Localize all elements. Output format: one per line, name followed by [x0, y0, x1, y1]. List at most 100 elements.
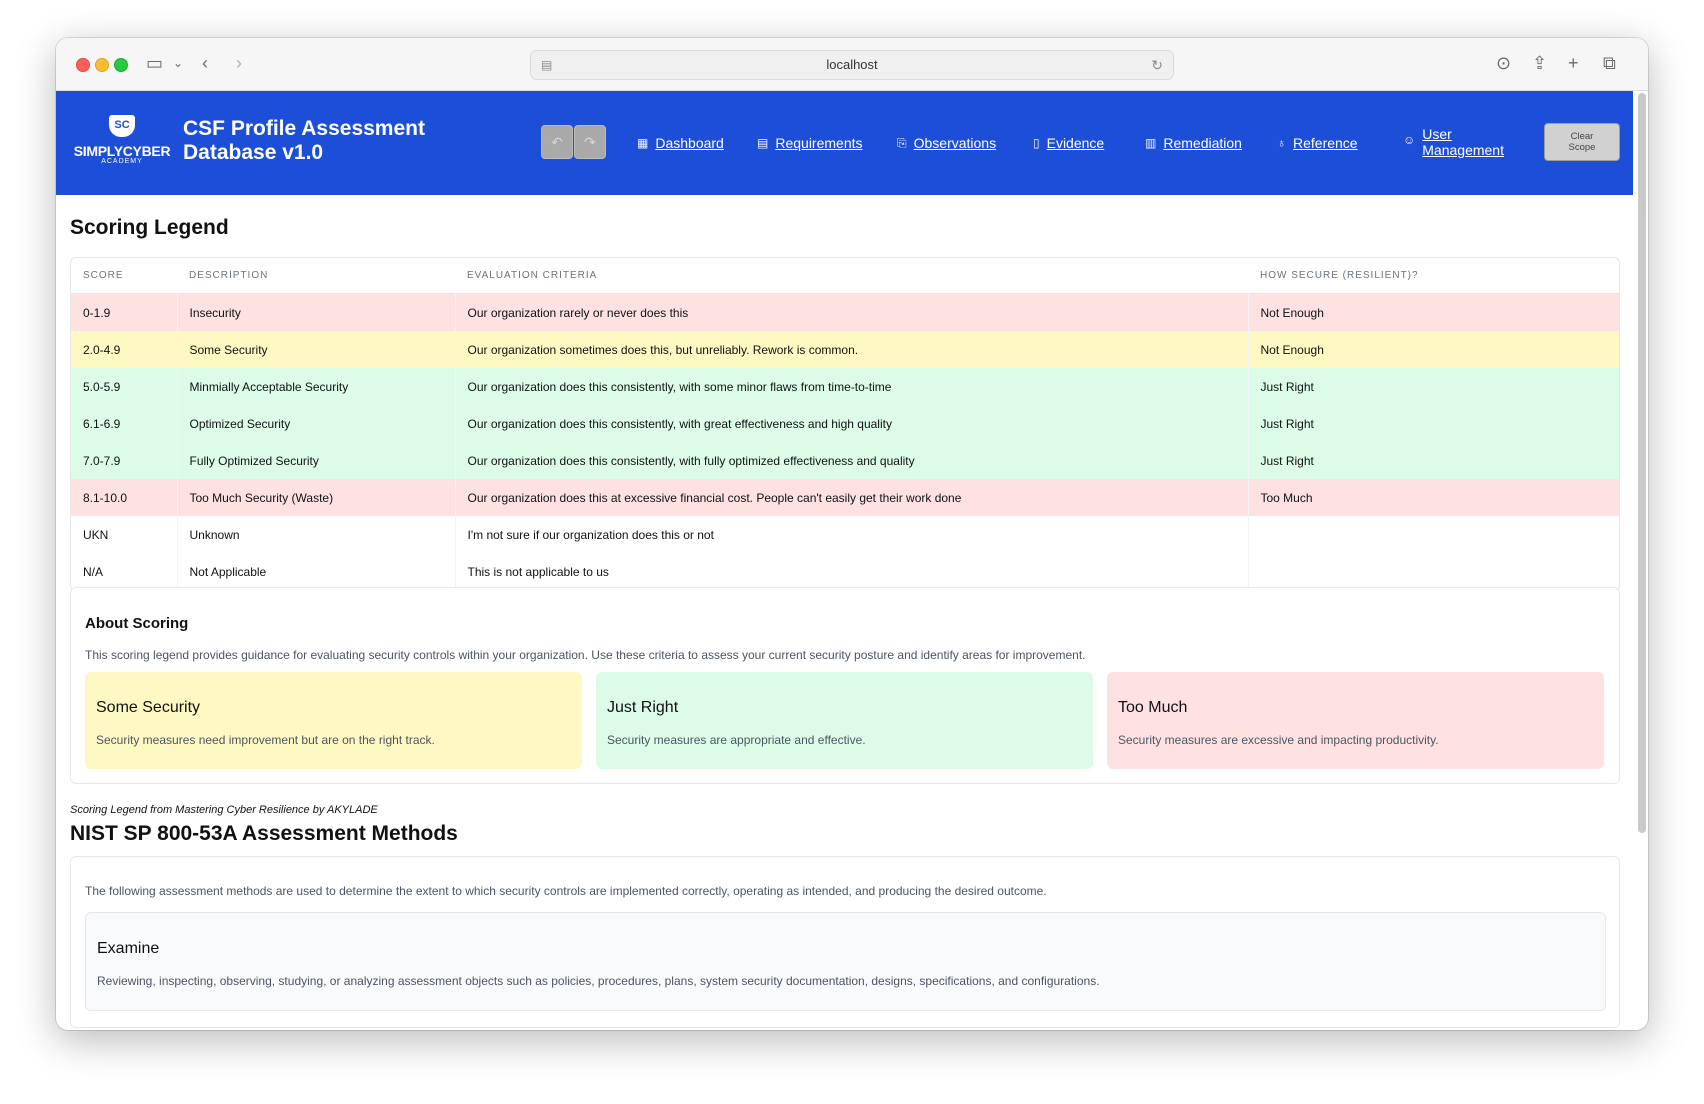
- maximize-window-button[interactable]: [114, 58, 128, 72]
- cell-description: Not Applicable: [177, 553, 456, 590]
- cell-score: 5.0-5.9: [71, 368, 178, 405]
- logo-badge: SC: [109, 115, 135, 137]
- just-right-card: Just Right Security measures are appropr…: [596, 672, 1093, 769]
- document-icon: ▤: [757, 136, 769, 150]
- users-icon: ☺: [1403, 133, 1416, 147]
- method-card-examine: Examine Reviewing, inspecting, observing…: [85, 912, 1606, 1011]
- undo-icon: ↶: [551, 134, 563, 150]
- undo-button[interactable]: ↶: [541, 125, 573, 159]
- scoring-legend-title: Scoring Legend: [70, 216, 229, 239]
- new-tab-icon[interactable]: +: [1568, 52, 1579, 74]
- table-row: 8.1-10.0 Too Much Security (Waste) Our org…: [71, 479, 1619, 516]
- cell-description: Insecurity: [177, 293, 456, 331]
- download-icon[interactable]: ⊙: [1496, 52, 1511, 74]
- about-scoring-description: This scoring legend provides guidance fo…: [85, 648, 1086, 662]
- nist-methods-panel: The following assessment methods are use…: [70, 856, 1620, 1028]
- cell-description: Minmially Acceptable Security: [177, 368, 456, 405]
- table-row: UKN Unknown I'm not sure if our organizati…: [71, 516, 1619, 553]
- vertical-scrollbar[interactable]: [1638, 93, 1646, 833]
- browser-window: ▭ ⌄ ‹ › ▤ localhost ↻ ⊙ ⇪ + ⧉ SC SIMPLYC…: [56, 38, 1648, 1030]
- reload-icon[interactable]: ↻: [1151, 51, 1163, 79]
- redo-button[interactable]: ↷: [574, 125, 606, 159]
- table-row: 6.1-6.9 Optimized Security Our organizatio…: [71, 405, 1619, 442]
- url-text: localhost: [826, 57, 878, 72]
- column-header: EVALUATION CRITERIA: [455, 258, 1248, 294]
- ribbon-icon: ♁: [1277, 136, 1286, 150]
- method-text: Reviewing, inspecting, observing, studyi…: [97, 974, 1100, 988]
- scoring-legend-table: SCORE DESCRIPTION EVALUATION CRITERIA HO…: [70, 257, 1620, 591]
- nav-label: User Management: [1422, 126, 1504, 158]
- app-title: CSF Profile Assessment Database v1.0: [183, 117, 425, 164]
- cell-score: 6.1-6.9: [71, 405, 178, 442]
- close-window-button[interactable]: [76, 58, 90, 72]
- card-title: Some Security: [96, 699, 201, 716]
- nav-label: Dashboard: [655, 135, 724, 151]
- nav-label: Evidence: [1046, 135, 1105, 151]
- cell-criteria: Our organization does this consistently,…: [455, 368, 1249, 405]
- clipboard-icon: ▥: [1145, 136, 1157, 150]
- sidebar-toggle-icon[interactable]: ▭: [146, 52, 163, 74]
- page-viewport: SC SIMPLYCYBER ACADEMY CSF Profile Asses…: [56, 91, 1648, 1030]
- nav-label: Requirements: [775, 135, 863, 151]
- nist-intro: The following assessment methods are use…: [85, 884, 1047, 898]
- nav-user-management[interactable]: ☺ User Management: [1403, 126, 1512, 158]
- cell-secure: Not Enough: [1248, 293, 1619, 331]
- nav-reference[interactable]: ♁ Reference: [1277, 135, 1358, 151]
- nav-remediation[interactable]: ▥ Remediation: [1145, 135, 1242, 151]
- column-header: HOW SECURE (RESILIENT)?: [1248, 258, 1619, 294]
- card-text: Security measures are appropriate and ef…: [607, 733, 866, 747]
- nist-methods-title: NIST SP 800-53A Assessment Methods: [70, 822, 458, 845]
- cell-secure: Just Right: [1248, 368, 1619, 405]
- cell-description: Some Security: [177, 331, 456, 368]
- nav-label: Remediation: [1163, 135, 1242, 151]
- cell-secure: [1248, 553, 1619, 590]
- table-header-row: SCORE DESCRIPTION EVALUATION CRITERIA HO…: [71, 258, 1619, 294]
- cell-description: Fully Optimized Security: [177, 442, 456, 479]
- tabs-overview-icon[interactable]: ⧉: [1603, 52, 1616, 74]
- card-title: Just Right: [607, 699, 679, 716]
- cell-score: UKN: [71, 516, 178, 553]
- nav-observations[interactable]: ⎘ Observations: [897, 135, 996, 151]
- cell-score: 0-1.9: [71, 293, 178, 331]
- cell-secure: Just Right: [1248, 442, 1619, 479]
- cell-criteria: Our organization does this at excessive …: [455, 479, 1249, 516]
- cell-criteria: Our organization does this consistently,…: [455, 442, 1249, 479]
- clear-scope-button[interactable]: Clear Scope: [1544, 123, 1620, 161]
- legend-credit: Scoring Legend from Mastering Cyber Resi…: [70, 804, 378, 816]
- cell-criteria: This is not applicable to us: [455, 553, 1249, 590]
- table-row: 5.0-5.9 Minmially Acceptable Security Our …: [71, 368, 1619, 405]
- table-row: 0-1.9 Insecurity Our organization rarely o…: [71, 293, 1619, 331]
- cell-criteria: Our organization rarely or never does th…: [455, 293, 1249, 331]
- app-header: SC SIMPLYCYBER ACADEMY CSF Profile Asses…: [56, 91, 1633, 195]
- card-title: Too Much: [1118, 699, 1188, 716]
- column-header: SCORE: [71, 258, 177, 294]
- about-scoring-title: About Scoring: [85, 615, 189, 632]
- some-security-card: Some Security Security measures need imp…: [85, 672, 582, 769]
- logo-brand: SIMPLYCYBER: [73, 143, 171, 159]
- cell-description: Optimized Security: [177, 405, 456, 442]
- cell-score: 2.0-4.9: [71, 331, 178, 368]
- cell-description: Too Much Security (Waste): [177, 479, 456, 516]
- minimize-window-button[interactable]: [95, 58, 109, 72]
- table-row: 7.0-7.9 Fully Optimized Security Our organ…: [71, 442, 1619, 479]
- cell-secure: [1248, 516, 1619, 553]
- file-search-icon: ▯: [1033, 136, 1040, 150]
- cell-criteria: I'm not sure if our organization does th…: [455, 516, 1249, 553]
- chevron-down-icon[interactable]: ⌄: [173, 52, 183, 74]
- grid-icon: ▦: [637, 136, 649, 150]
- cell-secure: Just Right: [1248, 405, 1619, 442]
- share-icon[interactable]: ⇪: [1532, 52, 1547, 74]
- clear-scope-label: Clear Scope: [1568, 131, 1596, 153]
- cell-criteria: Our organization sometimes does this, bu…: [455, 331, 1249, 368]
- page-icon: ▤: [541, 58, 553, 72]
- address-bar[interactable]: ▤ localhost ↻: [530, 50, 1174, 80]
- forward-arrow-icon[interactable]: ›: [236, 52, 242, 74]
- column-header: DESCRIPTION: [177, 258, 455, 294]
- simplycyber-logo[interactable]: SC SIMPLYCYBER ACADEMY: [72, 115, 172, 171]
- nav-evidence[interactable]: ▯ Evidence: [1033, 135, 1104, 151]
- method-title: Examine: [97, 940, 160, 957]
- nav-requirements[interactable]: ▤ Requirements: [757, 135, 863, 151]
- browser-toolbar: ▭ ⌄ ‹ › ▤ localhost ↻ ⊙ ⇪ + ⧉: [56, 38, 1648, 91]
- nav-dashboard[interactable]: ▦ Dashboard: [637, 135, 724, 151]
- back-arrow-icon[interactable]: ‹: [202, 52, 208, 74]
